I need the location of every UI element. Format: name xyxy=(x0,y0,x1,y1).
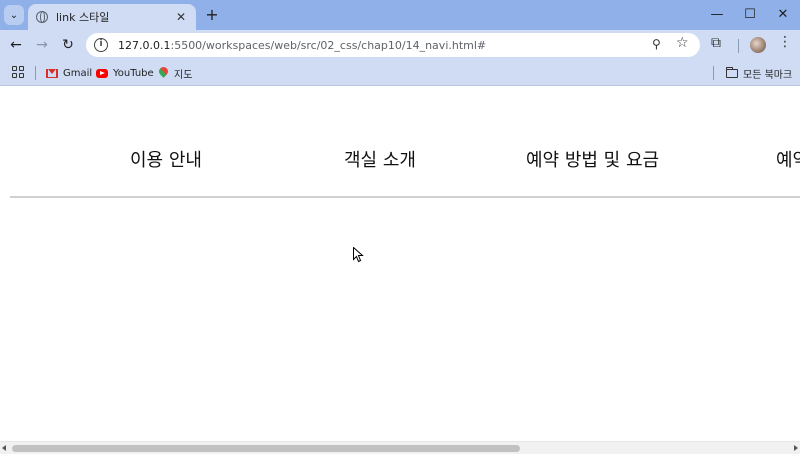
bookmark-youtube[interactable]: YouTube xyxy=(96,65,154,81)
window-close-button[interactable]: ✕ xyxy=(766,3,800,27)
bookmark-maps[interactable]: 지도 xyxy=(158,65,192,81)
browser-window: ⌄ link 스타일 ✕ + — ☐ ✕ ← → ↻ i 127.0.0.1:5… xyxy=(0,0,800,454)
tab-title: link 스타일 xyxy=(56,11,110,24)
nav-link-usage-guide[interactable]: 이용 안내 xyxy=(130,146,202,172)
reload-button[interactable]: ↻ xyxy=(58,35,78,55)
scrollbar-thumb[interactable] xyxy=(12,445,520,452)
zoom-icon[interactable]: ⚲ xyxy=(652,37,661,51)
bookmark-label: 모든 북마크 xyxy=(743,69,793,81)
new-tab-button[interactable]: + xyxy=(203,5,221,25)
nav-link-rooms[interactable]: 객실 소개 xyxy=(344,146,416,172)
url-text[interactable]: 127.0.0.1:5500/workspaces/web/src/02_css… xyxy=(118,39,486,52)
apps-grid-icon[interactable] xyxy=(12,66,24,78)
toolbar-divider xyxy=(738,39,739,53)
close-icon[interactable]: ✕ xyxy=(174,10,188,24)
globe-icon xyxy=(36,11,48,23)
bookmarks-bar: Gmail YouTube 지도 모든 북마크 xyxy=(0,60,800,86)
star-icon[interactable]: ☆ xyxy=(676,35,689,51)
minimize-button[interactable]: — xyxy=(700,3,734,27)
menu-icon[interactable]: ⋮ xyxy=(778,34,792,50)
page-content: 이용 안내 객실 소개 예약 방법 및 요금 예약 xyxy=(0,87,800,441)
url-path: :5500/workspaces/web/src/02_css/chap10/1… xyxy=(170,38,487,52)
navigation-menu: 이용 안내 객실 소개 예약 방법 및 요금 예약 xyxy=(10,87,800,198)
gmail-icon xyxy=(46,68,58,78)
tab-strip: ⌄ link 스타일 ✕ + — ☐ ✕ xyxy=(0,0,800,30)
toolbar: ← → ↻ i 127.0.0.1:5500/workspaces/web/sr… xyxy=(0,30,800,60)
nav-link-reservation-pricing[interactable]: 예약 방법 및 요금 xyxy=(526,146,659,172)
bookmark-label: 지도 xyxy=(174,69,193,81)
scroll-left-icon[interactable] xyxy=(2,445,6,451)
bookmarks-divider xyxy=(35,66,36,80)
active-tab[interactable]: link 스타일 ✕ xyxy=(28,4,196,30)
folder-icon xyxy=(726,66,738,78)
tab-search-button[interactable]: ⌄ xyxy=(4,5,24,25)
url-host: 127.0.0.1 xyxy=(118,38,171,52)
horizontal-scrollbar[interactable] xyxy=(0,441,800,454)
bookmark-label: YouTube xyxy=(113,67,154,79)
maximize-button[interactable]: ☐ xyxy=(733,3,767,27)
site-info-icon[interactable]: i xyxy=(94,38,108,52)
bookmarks-divider xyxy=(713,66,714,80)
scroll-right-icon[interactable] xyxy=(794,445,798,451)
maps-icon xyxy=(158,67,169,80)
extensions-icon[interactable]: ⧉ xyxy=(711,35,721,51)
address-bar[interactable]: i 127.0.0.1:5500/workspaces/web/src/02_c… xyxy=(86,33,700,57)
nav-link-reservation[interactable]: 예약 xyxy=(776,146,800,172)
forward-button[interactable]: → xyxy=(32,35,52,55)
youtube-icon xyxy=(96,68,108,78)
chevron-down-icon: ⌄ xyxy=(9,9,19,21)
bookmark-label: Gmail xyxy=(63,67,93,79)
avatar[interactable] xyxy=(750,37,766,53)
bookmark-all-folder[interactable]: 모든 북마크 xyxy=(726,65,792,81)
back-button[interactable]: ← xyxy=(6,35,26,55)
bookmark-gmail[interactable]: Gmail xyxy=(46,65,92,81)
